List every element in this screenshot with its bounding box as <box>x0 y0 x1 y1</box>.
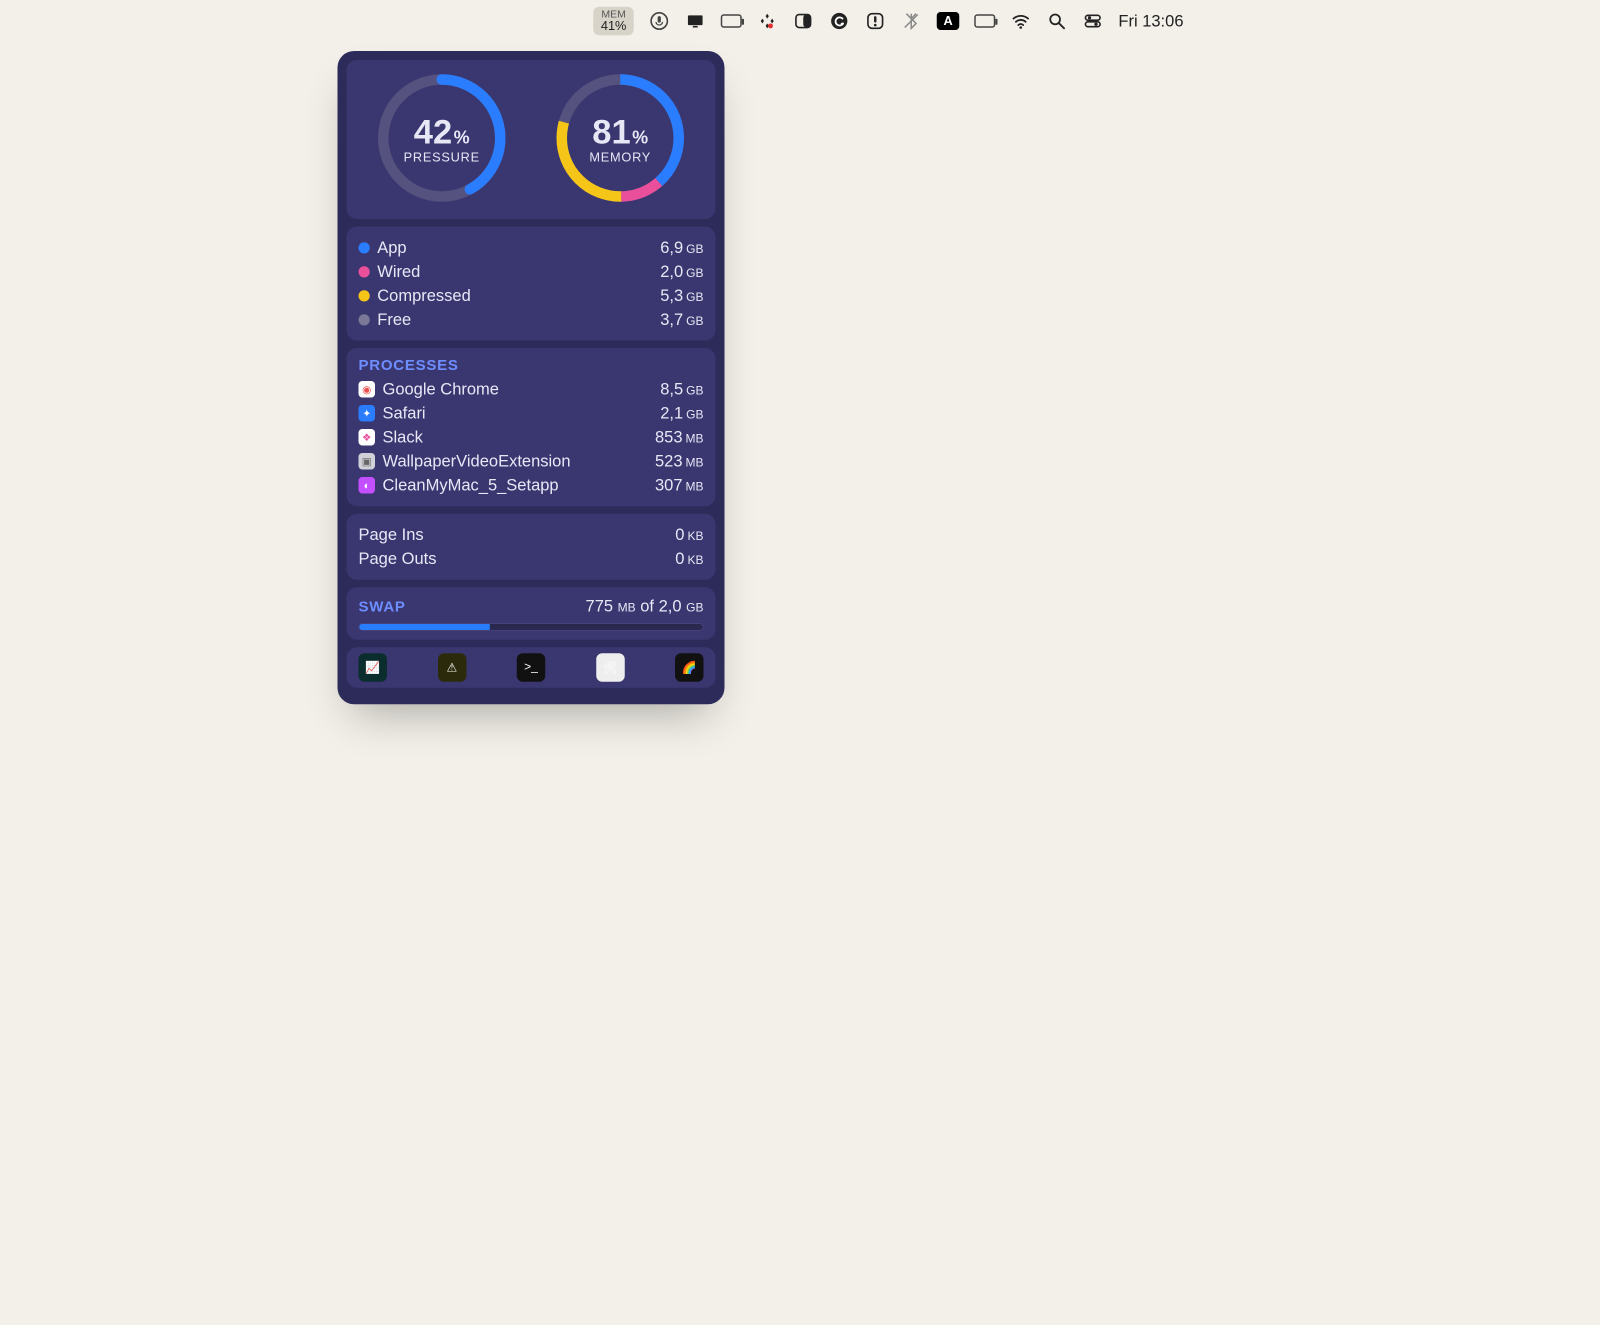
contrast-icon[interactable] <box>793 11 814 32</box>
process-value: 853MB <box>655 428 704 448</box>
menubar: MEM 41% A Fri 13:06 <box>0 0 1200 42</box>
swap-bar-fill <box>359 624 490 630</box>
pressure-label: PRESSURE <box>404 150 480 165</box>
bluetooth-off-icon[interactable] <box>901 11 922 32</box>
process-name: Google Chrome <box>383 380 499 400</box>
legend-value: 3,7GB <box>660 310 703 330</box>
process-row[interactable]: ◉ Google Chrome 8,5GB <box>359 377 704 401</box>
process-row[interactable]: ✦ Safari 2,1GB <box>359 401 704 425</box>
process-value: 523MB <box>655 452 704 472</box>
pressure-gauge: 42 % PRESSURE <box>374 71 509 206</box>
legend-dot-icon <box>359 290 370 301</box>
legend-dot-icon <box>359 314 370 325</box>
dock-app-cleanmymac[interactable]: 🌈 <box>675 653 704 682</box>
paging-label: Page Outs <box>359 549 437 569</box>
mem-indicator-value: 41% <box>601 20 627 34</box>
swap-summary: 775 MB of 2,0 GB <box>586 596 704 616</box>
legend-value: 5,3GB <box>660 286 703 306</box>
grammarly-icon[interactable] <box>829 11 850 32</box>
paging-row: Page Outs 0KB <box>359 547 704 571</box>
dock-app-activity-monitor[interactable]: 📈 <box>359 653 388 682</box>
paging-card: Page Ins 0KB Page Outs 0KB <box>347 514 716 580</box>
memory-label: MEMORY <box>589 150 651 165</box>
swap-card: SWAP 775 MB of 2,0 GB <box>347 587 716 640</box>
swap-bar <box>359 623 704 631</box>
process-value: 8,5GB <box>660 380 703 400</box>
memory-gauge: 81 % MEMORY <box>553 71 688 206</box>
paging-row: Page Ins 0KB <box>359 523 704 547</box>
process-row[interactable]: ▣ WallpaperVideoExtension 523MB <box>359 449 704 473</box>
process-value: 2,1GB <box>660 404 703 424</box>
battery-1-icon[interactable] <box>721 11 742 32</box>
spotlight-icon[interactable] <box>1046 11 1067 32</box>
swap-label: SWAP <box>359 599 406 616</box>
quick-apps-card: 📈 ⚠ >_ 🛠 🌈 <box>347 647 716 688</box>
legend-row: Compressed 5,3GB <box>359 284 704 308</box>
process-app-icon: ✦ <box>359 405 376 422</box>
processes-card: PROCESSES ◉ Google Chrome 8,5GB ✦ Safari 2,1G… <box>347 348 716 506</box>
mem-indicator[interactable]: MEM 41% <box>593 7 634 36</box>
legend-label: Wired <box>377 262 420 282</box>
legend-value: 6,9GB <box>660 238 703 258</box>
pressure-pct: % <box>454 128 470 149</box>
process-app-icon: ◉ <box>359 381 376 398</box>
legend-row: App 6,9GB <box>359 236 704 260</box>
legend-label: Free <box>377 310 411 330</box>
memory-pct: % <box>632 128 648 149</box>
process-app-icon: ❖ <box>359 429 376 446</box>
process-app-icon: ◐ <box>359 477 376 494</box>
paging-value: 0KB <box>675 549 703 569</box>
legend-row: Wired 2,0GB <box>359 260 704 284</box>
process-row[interactable]: ◐ CleanMyMac_5_Setapp 307MB <box>359 473 704 497</box>
grid-icon[interactable] <box>757 11 778 32</box>
pressure-value: 42 <box>414 111 452 152</box>
alert-icon[interactable] <box>865 11 886 32</box>
process-row[interactable]: ❖ Slack 853MB <box>359 425 704 449</box>
legend-dot-icon <box>359 266 370 277</box>
process-value: 307MB <box>655 476 704 496</box>
process-name: Slack <box>383 428 423 448</box>
battery-2-icon[interactable] <box>974 11 995 32</box>
paging-label: Page Ins <box>359 525 424 545</box>
dock-app-terminal[interactable]: >_ <box>517 653 546 682</box>
legend-value: 2,0GB <box>660 262 703 282</box>
memory-panel: 42 % PRESSURE 81 % MEMORY App6,9GBW <box>338 51 725 704</box>
display-icon[interactable] <box>685 11 706 32</box>
legend-label: App <box>377 238 406 258</box>
memory-value: 81 <box>592 111 630 152</box>
mic-icon[interactable] <box>649 11 670 32</box>
control-center-icon[interactable] <box>1082 11 1103 32</box>
menubar-clock[interactable]: Fri 13:06 <box>1118 11 1183 31</box>
processes-title: PROCESSES <box>359 357 704 374</box>
legend-dot-icon <box>359 242 370 253</box>
process-name: WallpaperVideoExtension <box>383 452 571 472</box>
dock-app-system-info[interactable]: 🛠 <box>596 653 625 682</box>
legend-label: Compressed <box>377 286 471 306</box>
gauges-card: 42 % PRESSURE 81 % MEMORY <box>347 60 716 219</box>
process-name: Safari <box>383 404 426 424</box>
legend-row: Free 3,7GB <box>359 308 704 332</box>
dock-app-console[interactable]: ⚠ <box>438 653 467 682</box>
wifi-icon[interactable] <box>1010 11 1031 32</box>
memory-breakdown-card: App 6,9GB Wired 2,0GB Compressed 5,3GB Free 3,7… <box>347 227 716 341</box>
input-source-icon[interactable]: A <box>937 12 960 30</box>
process-name: CleanMyMac_5_Setapp <box>383 476 559 496</box>
process-app-icon: ▣ <box>359 453 376 470</box>
paging-value: 0KB <box>675 525 703 545</box>
